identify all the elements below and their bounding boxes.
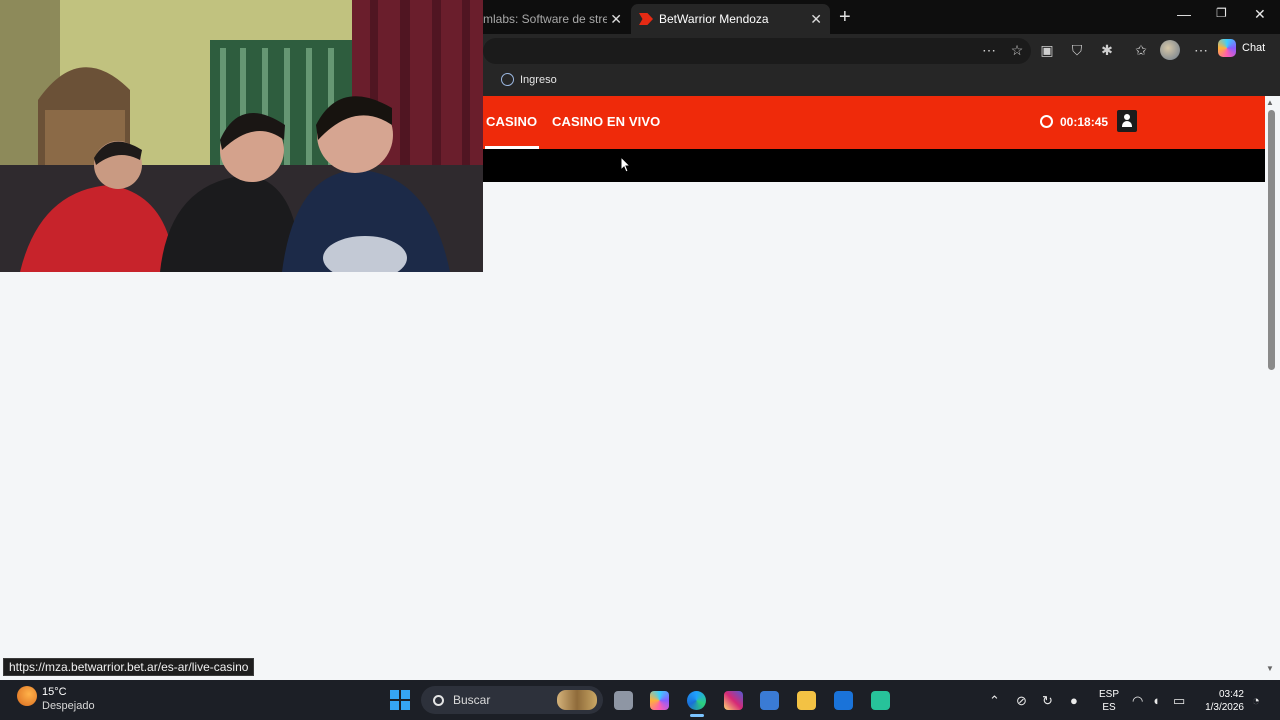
taskbar-search[interactable]: Buscar bbox=[421, 686, 603, 714]
weather-icon[interactable] bbox=[17, 686, 37, 706]
wifi-icon[interactable]: ◠ bbox=[1132, 693, 1143, 709]
weather-condition[interactable]: Despejado bbox=[42, 700, 95, 712]
puzzle-icon[interactable]: ✱ bbox=[1099, 42, 1115, 58]
taskbar-clock[interactable]: 03:42 1/3/2026 bbox=[1200, 688, 1244, 714]
scroll-down-icon[interactable]: ▼ bbox=[1266, 664, 1274, 673]
file-explorer-icon[interactable] bbox=[797, 691, 816, 710]
volume-icon[interactable]: ◖ bbox=[1152, 693, 1160, 708]
taskbar bbox=[0, 680, 1280, 720]
webcam-overlay bbox=[0, 0, 483, 272]
edge-browser-icon[interactable] bbox=[687, 691, 706, 710]
search-placeholder: Buscar bbox=[453, 693, 491, 707]
nav-casino-en-vivo[interactable]: CASINO EN VIVO bbox=[552, 114, 660, 129]
favorites-icon[interactable]: ✩ bbox=[1133, 42, 1149, 58]
new-tab-icon[interactable]: + bbox=[839, 6, 851, 29]
nav-casino[interactable]: CASINO bbox=[486, 114, 537, 129]
store-icon[interactable] bbox=[760, 691, 779, 710]
clock-time: 03:42 bbox=[1218, 689, 1244, 700]
session-timer: 00:18:45 bbox=[1060, 115, 1109, 129]
clock-date: 1/3/2026 bbox=[1205, 702, 1244, 713]
user-account-icon[interactable] bbox=[1117, 110, 1137, 132]
search-icon bbox=[433, 694, 444, 706]
tab-streaming[interactable]: mlabs: Software de streaming ✕ bbox=[483, 4, 630, 34]
copilot-icon bbox=[1218, 39, 1236, 57]
language-line2: ES bbox=[1102, 702, 1116, 713]
clock-icon bbox=[1040, 115, 1053, 128]
copilot-taskbar-icon[interactable] bbox=[650, 691, 669, 710]
microphone-icon[interactable]: ● bbox=[1070, 693, 1078, 708]
scroll-up-icon[interactable]: ▲ bbox=[1266, 98, 1274, 107]
extension-icon[interactable]: ▣ bbox=[1039, 42, 1055, 58]
tab-label: BetWarrior Mendoza bbox=[659, 12, 769, 26]
mail-icon[interactable] bbox=[834, 691, 853, 710]
notifications-icon[interactable]: ◔ bbox=[1252, 693, 1260, 708]
task-view-icon[interactable] bbox=[614, 691, 633, 710]
close-tab-icon[interactable]: ✕ bbox=[810, 11, 822, 28]
status-bar-url: https://mza.betwarrior.bet.ar/es-ar/live… bbox=[3, 658, 255, 676]
tab-label: mlabs: Software de streaming bbox=[483, 12, 607, 26]
restore-icon[interactable]: ❐ bbox=[1216, 6, 1227, 20]
active-app-indicator bbox=[690, 714, 704, 717]
favorite-star-icon[interactable]: ☆ bbox=[1009, 42, 1025, 58]
profile-avatar[interactable] bbox=[1160, 40, 1180, 60]
instagram-icon[interactable] bbox=[724, 691, 743, 710]
sync-icon[interactable]: ↻ bbox=[1042, 693, 1053, 709]
tab-betwarrior[interactable]: BetWarrior Mendoza ✕ bbox=[631, 4, 830, 34]
show-hidden-icons-icon[interactable]: ⌃ bbox=[989, 693, 1000, 709]
more-menu-icon[interactable]: ⋯ bbox=[1193, 42, 1209, 58]
address-bar[interactable] bbox=[483, 38, 1031, 64]
scrollbar-thumb[interactable] bbox=[1268, 110, 1275, 370]
chat-label: Chat bbox=[1242, 42, 1266, 54]
tray-app-icon[interactable]: ⊘ bbox=[1016, 693, 1027, 709]
weather-temperature[interactable]: 15°C bbox=[42, 686, 67, 698]
language-line1: ESP bbox=[1099, 689, 1120, 700]
language-indicator[interactable]: ESP ES bbox=[1099, 688, 1119, 714]
mouse-cursor-icon bbox=[621, 157, 631, 173]
minimize-icon[interactable]: — bbox=[1177, 6, 1191, 22]
shield-icon[interactable]: ⛉ bbox=[1069, 42, 1085, 58]
bookmark-ingreso[interactable]: Ingreso bbox=[501, 73, 557, 86]
copilot-chat-button[interactable]: Chat bbox=[1218, 39, 1265, 57]
bookmark-label: Ingreso bbox=[520, 73, 557, 86]
battery-icon[interactable]: ▭ bbox=[1173, 693, 1185, 709]
search-highlight-image bbox=[557, 690, 597, 710]
windows-start-icon[interactable] bbox=[390, 690, 410, 710]
reader-mode-icon[interactable]: ⋯ bbox=[981, 42, 997, 58]
globe-icon bbox=[501, 73, 514, 86]
webcam-video bbox=[0, 0, 483, 272]
close-tab-icon[interactable]: ✕ bbox=[610, 11, 622, 28]
betwarrior-favicon-icon bbox=[639, 13, 653, 25]
subnav-strip bbox=[483, 149, 1265, 182]
window-close-icon[interactable]: ✕ bbox=[1254, 6, 1266, 23]
streamlabs-icon[interactable] bbox=[871, 691, 890, 710]
